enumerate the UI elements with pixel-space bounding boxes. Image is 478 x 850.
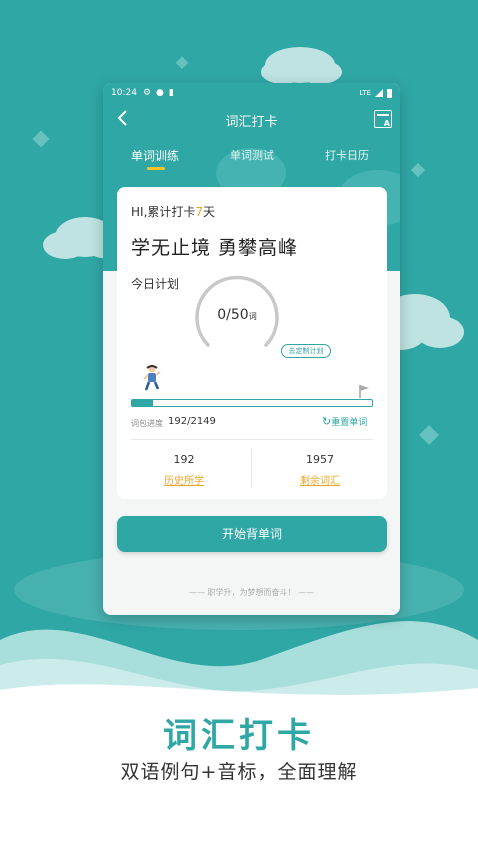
package-progress-value: 192/2149 xyxy=(168,416,216,427)
network-label: LTE xyxy=(359,89,371,97)
dictionary-button[interactable]: A xyxy=(374,110,392,128)
refresh-icon: ↻ xyxy=(322,415,332,428)
checkin-card: HI,累计打卡7天 学无止境 勇攀高峰 今日计划 0/50词 去定制计划 词包进… xyxy=(117,187,387,499)
status-bar: 10:24 ⚙ ● ▮ LTE xyxy=(103,83,400,103)
remaining-words-count: 1957 xyxy=(306,453,334,466)
history-learned-link[interactable]: 历史所学 xyxy=(134,472,234,487)
reset-words-label: 重置单词 xyxy=(331,418,368,428)
package-progress-fill xyxy=(132,400,154,406)
package-progress-label: 词包进度 xyxy=(131,419,163,428)
reset-words-button[interactable]: ↻重置单词 xyxy=(322,415,367,428)
greeting-prefix: HI,累计打卡 xyxy=(131,205,196,219)
today-plan-label: 今日计划 xyxy=(131,277,180,291)
nav-bar: 词汇打卡 A xyxy=(103,105,400,135)
battery-icon xyxy=(387,88,392,98)
signal-icon xyxy=(375,89,383,97)
settings-icon: ⚙ xyxy=(142,87,152,98)
phone-mockup: 10:24 ⚙ ● ▮ LTE 词汇打卡 A 单词训练 单词测试 打卡日历 HI… xyxy=(103,83,400,615)
greeting: HI,累计打卡7天 xyxy=(131,203,215,220)
promo-title: 词汇打卡 xyxy=(163,716,315,756)
status-time: 10:24 xyxy=(111,88,137,98)
shield-icon: ● xyxy=(156,87,164,98)
finish-flag-icon xyxy=(359,385,369,398)
slogan: —— 职学升，为梦想而奋斗！ —— xyxy=(188,588,315,597)
dictionary-icon: A xyxy=(383,119,390,128)
tab-word-training[interactable]: 单词训练 xyxy=(131,147,179,164)
custom-plan-button[interactable]: 去定制计划 xyxy=(281,344,331,358)
promo-subtitle: 双语例句+音标，全面理解 xyxy=(120,761,358,783)
runner-icon xyxy=(143,365,161,391)
tab-word-test[interactable]: 单词测试 xyxy=(230,147,274,163)
tab-checkin-calendar[interactable]: 打卡日历 xyxy=(325,147,369,163)
checkin-days: 7 xyxy=(195,205,204,219)
divider xyxy=(131,439,373,440)
motto: 学无止境 勇攀高峰 xyxy=(131,237,299,259)
stats-divider xyxy=(251,449,252,487)
plan-progress-value: 0/50 xyxy=(217,307,249,323)
active-tab-indicator xyxy=(147,167,165,170)
remaining-words-link[interactable]: 剩余词汇 xyxy=(270,472,370,487)
start-memorize-button[interactable]: 开始背单词 xyxy=(117,516,387,552)
history-learned-count: 192 xyxy=(173,453,195,466)
page-title: 词汇打卡 xyxy=(225,115,278,130)
greeting-suffix: 天 xyxy=(203,205,216,219)
package-progress-bar xyxy=(131,399,373,407)
plan-progress-unit: 词 xyxy=(248,312,257,321)
plan-progress: 0/50词 xyxy=(192,307,282,323)
sim-icon: ▮ xyxy=(168,87,174,98)
